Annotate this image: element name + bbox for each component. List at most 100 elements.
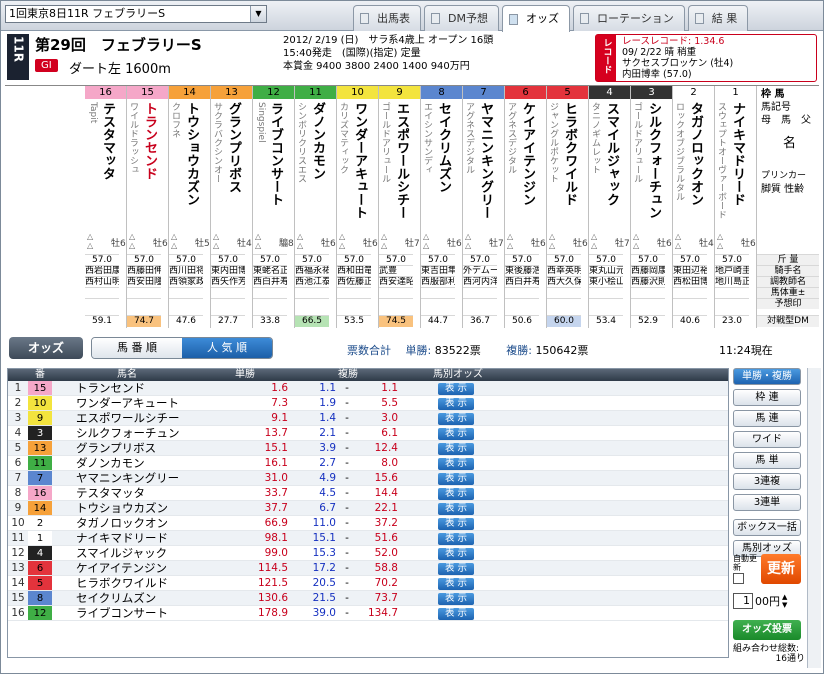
tab-4[interactable]: 結 果 [687,5,749,31]
bet-type-button[interactable]: 単勝・複勝 [733,368,801,385]
horse-column[interactable]: 6 アグネスデジタル ケイアイテンジン 牡6 △ △ 57.0 東後藤浩 西白井寿 50.6 [505,86,547,328]
horse-name-cell[interactable]: グランプリボス [52,441,202,455]
refresh-button[interactable]: 更新 [761,554,801,584]
vertical-scrollbar[interactable] [807,368,821,668]
horse-name-cell[interactable]: ライブコンサート [52,606,202,620]
show-button[interactable]: 表 示 [438,578,474,590]
table-row[interactable]: 7 7 ヤマニンキングリー 31.0 4.9-15.6 表 示 [8,471,728,486]
horse-column[interactable]: 2 ロックオブジブラルタル タガノロックオン 牡4 △ △ 57.0 東田辺裕 西松田博 40.6 [673,86,715,328]
horse-column[interactable]: 1 スウェプトオーヴァーボード ナイキマドリード 牡6 △ △ 57.0 地戸崎圭 地川島正 23… [715,86,757,328]
show-button[interactable]: 表 示 [438,488,474,500]
table-row[interactable]: 4 3 シルクフォーチュン 13.7 2.1- 6.1 表 示 [8,426,728,441]
table-row[interactable]: 2 10 ワンダーアキュート 7.3 1.9- 5.5 表 示 [8,396,728,411]
show-button[interactable]: 表 示 [438,458,474,470]
table-row[interactable]: 5 13 グランプリボス 15.1 3.9- 12.4 表 示 [8,441,728,456]
horse-column[interactable]: 13 サクラバクシンオー グランプリボス 牡4 △ △ 57.0 東内田博 西矢作芳 27.7 [211,86,253,328]
horse-column[interactable]: 4 タニノギムレット スマイルジャック 牡7 △ △ 57.0 東丸山元 東小桧山 53.4 [589,86,631,328]
show-button[interactable]: 表 示 [438,428,474,440]
horse-name[interactable]: トウショウカズン [185,102,201,230]
show-button[interactable]: 表 示 [438,548,474,560]
horse-name-cell[interactable]: ワンダーアキュート [52,396,202,410]
horse-name[interactable]: エスポワールシチー [395,102,411,230]
horse-column[interactable]: 12 Singspiel ライブコンサート 騸8 △ △ 57.0 東蛯名正 西白井寿 33.8 [253,86,295,328]
show-button[interactable]: 表 示 [438,383,474,395]
horse-name-cell[interactable]: ナイキマドリード [52,531,202,545]
horse-name-cell[interactable]: テスタマッタ [52,486,202,500]
show-button[interactable]: 表 示 [438,608,474,620]
race-select[interactable]: 1回東京8日11R フェブラリーS ▼ [5,5,267,23]
sort-by-number-button[interactable]: 馬 番 順 [92,338,182,358]
horse-name-cell[interactable]: ヤマニンキングリー [52,471,202,485]
table-row[interactable]: 9 14 トウショウカズン 37.7 6.7- 22.1 表 示 [8,501,728,516]
amount-input[interactable]: 1 00円 ▲ ▼ [733,592,801,610]
bet-type-button[interactable]: 3連単 [733,494,801,511]
stepper-icon[interactable]: ▲ ▼ [782,593,787,609]
horse-name[interactable]: テスタマッタ [101,102,117,230]
horse-name[interactable]: トランセンド [143,102,159,230]
table-row[interactable]: 16 12 ライブコンサート 178.9 39.0- 134.7 表 示 [8,606,728,621]
tab-2[interactable]: オッズ [501,5,570,32]
horse-column[interactable]: 3 ゴールドアリュール シルクフォーチュン 牡6 △ △ 57.0 西藤岡康 西藤沢則 52.9 [631,86,673,328]
show-button[interactable]: 表 示 [438,533,474,545]
horse-name-cell[interactable]: スマイルジャック [52,546,202,560]
show-button[interactable]: 表 示 [438,593,474,605]
horse-name[interactable]: ケイアイテンジン [521,102,537,230]
horse-name[interactable]: タガノロックオン [689,102,705,230]
horse-name[interactable]: ワンダーアキュート [353,102,369,230]
bet-type-button[interactable]: 馬 連 [733,410,801,427]
horse-column[interactable]: 8 エイシンサンディ セイクリムズン 牡6 △ △ 57.0 東吉田隼 西服部利 44.7 [421,86,463,328]
horse-name-cell[interactable]: ダノンカモン [52,456,202,470]
show-button[interactable]: 表 示 [438,563,474,575]
horse-name-cell[interactable]: ケイアイテンジン [52,561,202,575]
horse-name[interactable]: ダノンカモン [311,102,327,230]
horse-name[interactable]: グランプリボス [227,102,243,230]
bet-type-button[interactable]: 枠 連 [733,389,801,406]
horse-name-cell[interactable]: シルクフォーチュン [52,426,202,440]
tab-0[interactable]: 出馬表 [353,5,421,31]
show-button[interactable]: 表 示 [438,398,474,410]
horse-name[interactable]: セイクリムズン [437,102,453,230]
table-row[interactable]: 10 2 タガノロックオン 66.9 11.0- 37.2 表 示 [8,516,728,531]
horse-column[interactable]: 7 アグネスデジタル ヤマニンキングリー 牡7 △ △ 57.0 外デムー 西河内洋 36.7 [463,86,505,328]
horse-column[interactable]: 16 Tapit テスタマッタ 牡6 △ △ 57.0 西岩田康 西村山明 59.1 [85,86,127,328]
show-button[interactable]: 表 示 [438,503,474,515]
show-button[interactable]: 表 示 [438,473,474,485]
horse-name[interactable]: ライブコンサート [269,102,285,230]
horse-name-cell[interactable]: タガノロックオン [52,516,202,530]
horse-column[interactable]: 9 ゴールドアリュール エスポワールシチー 牡7 △ △ 57.0 武豊 西安達昭 74.5 [379,86,421,328]
horse-name-cell[interactable]: エスポワールシチー [52,411,202,425]
horse-name[interactable]: ヤマニンキングリー [479,102,495,230]
show-button[interactable]: 表 示 [438,413,474,425]
table-row[interactable]: 15 8 セイクリムズン 130.6 21.5- 73.7 表 示 [8,591,728,606]
horse-name-cell[interactable]: ヒラボクワイルド [52,576,202,590]
auto-update-checkbox[interactable] [733,573,744,584]
dropdown-arrow-icon[interactable]: ▼ [250,6,266,22]
table-row[interactable]: 3 9 エスポワールシチー 9.1 1.4- 3.0 表 示 [8,411,728,426]
table-row[interactable]: 6 11 ダノンカモン 16.1 2.7- 8.0 表 示 [8,456,728,471]
horse-column[interactable]: 10 カリズマティック ワンダーアキュート 牡6 △ △ 57.0 西和田竜 西佐藤正 53.5 [337,86,379,328]
horse-name[interactable]: ヒラボクワイルド [563,102,579,230]
horse-name-cell[interactable]: トランセンド [52,381,202,395]
horse-name-cell[interactable]: セイクリムズン [52,591,202,605]
bet-type-button[interactable]: ワイド [733,431,801,448]
amount-value[interactable]: 1 [733,593,753,609]
tab-1[interactable]: DM予想 [424,5,499,31]
sort-by-popularity-button[interactable]: 人 気 順 [182,338,272,358]
table-row[interactable]: 8 16 テスタマッタ 33.7 4.5- 14.4 表 示 [8,486,728,501]
tab-3[interactable]: ローテーション [572,5,685,31]
table-row[interactable]: 11 1 ナイキマドリード 98.1 15.1-51.6 表 示 [8,531,728,546]
vote-button[interactable]: オッズ投票 [733,620,801,640]
horse-column[interactable]: 15 ワイルドラッシュ トランセンド 牡6 △ △ 57.0 西藤田伸 西安田隆 74.7 [127,86,169,328]
horse-column[interactable]: 5 ジャングルポケット ヒラボクワイルド 牡6 △ △ 57.0 西幸英明 西大久保 60.0 [547,86,589,328]
show-button[interactable]: 表 示 [438,518,474,530]
horse-name-cell[interactable]: トウショウカズン [52,501,202,515]
horse-column[interactable]: 14 クロフネ トウショウカズン 牡5 △ △ 57.0 西川田将 西領家政 47.6 [169,86,211,328]
horse-name[interactable]: ナイキマドリード [731,102,747,230]
horse-name[interactable]: シルクフォーチュン [647,102,663,230]
box-button[interactable]: ボックス一括 [733,519,801,536]
table-row[interactable]: 13 6 ケイアイテンジン 114.5 17.2- 58.8 表 示 [8,561,728,576]
bet-type-button[interactable]: 馬 単 [733,452,801,469]
horse-column[interactable]: 11 シンボリクリスエス ダノンカモン 牡6 △ △ 57.0 西福永祐 西池江泰 66.5 [295,86,337,328]
show-button[interactable]: 表 示 [438,443,474,455]
horse-name[interactable]: スマイルジャック [605,102,621,230]
